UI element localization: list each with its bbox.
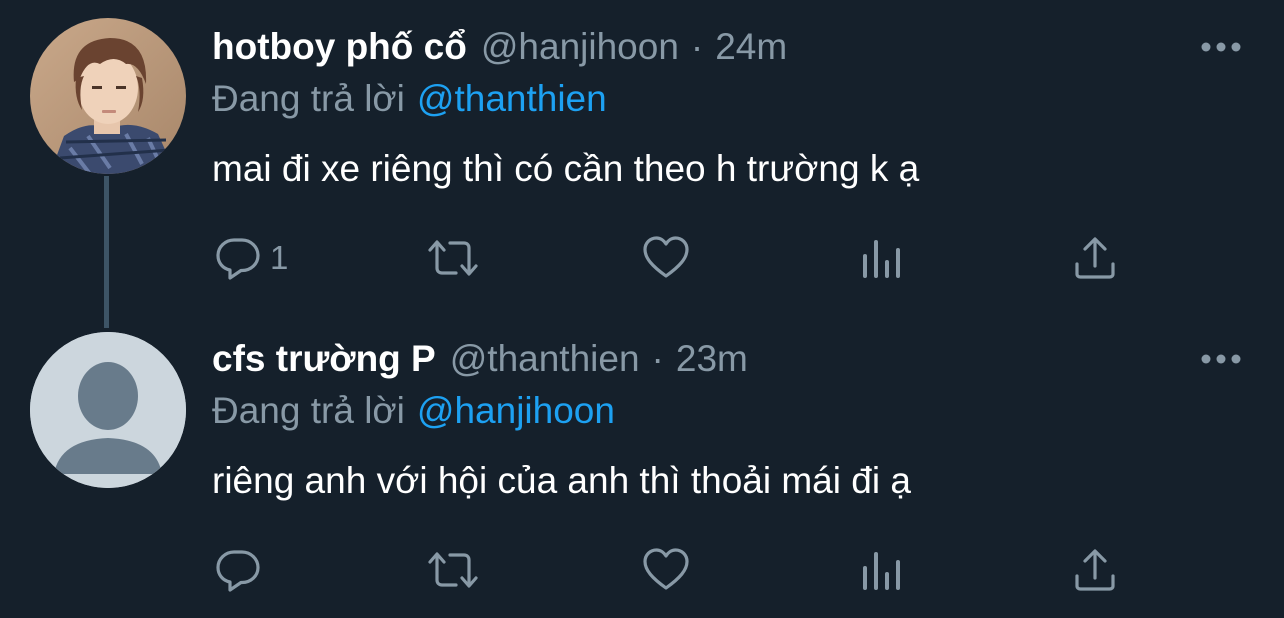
share-button[interactable] (1072, 544, 1118, 596)
analytics-icon (863, 240, 900, 278)
display-name[interactable]: cfs trường P (212, 338, 436, 380)
share-button[interactable] (1072, 232, 1118, 284)
heart-icon (643, 236, 689, 278)
tweet-header: cfs trường P @thanthien · 23m (212, 338, 748, 382)
replying-to-label: Đang trả lời (212, 78, 405, 119)
separator: · (651, 338, 664, 379)
tweet-text: riêng anh với hội của anh thì thoải mái … (212, 460, 911, 501)
tweet-actions (0, 544, 1284, 596)
handle[interactable]: @thanthien (450, 338, 640, 380)
replying-to-label: Đang trả lời (212, 390, 405, 431)
reply-button[interactable]: 1 (214, 232, 288, 284)
mention-link[interactable]: @hanjihoon (417, 390, 615, 431)
like-button[interactable] (642, 232, 690, 284)
analytics-button[interactable] (860, 232, 904, 284)
timestamp[interactable]: 23m (676, 338, 748, 380)
tweet[interactable]: cfs trường P @thanthien · 23m Đang trả l… (0, 310, 1284, 618)
more-icon[interactable] (1200, 40, 1242, 54)
avatar[interactable] (30, 332, 186, 488)
like-button[interactable] (642, 544, 690, 596)
handle[interactable]: @hanjihoon (481, 26, 679, 68)
retweet-button[interactable] (426, 232, 480, 284)
heart-icon (643, 548, 689, 590)
tweet[interactable]: hotboy phố cổ @hanjihoon · 24m Đang trả … (0, 0, 1284, 310)
display-name[interactable]: hotboy phố cổ (212, 26, 467, 68)
retweet-icon (428, 552, 478, 588)
avatar[interactable] (30, 18, 186, 174)
replying-to: Đang trả lời @thanthien (212, 78, 607, 120)
tweet-text: mai đi xe riêng thì có cần theo h trường… (212, 148, 920, 189)
more-icon[interactable] (1200, 352, 1242, 366)
reply-count: 1 (270, 239, 289, 276)
analytics-button[interactable] (860, 544, 904, 596)
retweet-icon (428, 240, 478, 276)
reply-icon (216, 550, 260, 592)
retweet-button[interactable] (426, 544, 480, 596)
timestamp[interactable]: 24m (715, 26, 787, 68)
reply-icon (216, 238, 260, 280)
mention-link[interactable]: @thanthien (417, 78, 607, 119)
analytics-icon (863, 552, 900, 590)
separator: · (690, 26, 704, 67)
replying-to: Đang trả lời @hanjihoon (212, 390, 615, 432)
tweet-header: hotboy phố cổ @hanjihoon · 24m (212, 26, 787, 70)
tweet-actions: 1 (0, 232, 1284, 284)
share-icon (1075, 549, 1115, 591)
share-icon (1075, 237, 1115, 279)
reply-button[interactable] (214, 544, 270, 596)
